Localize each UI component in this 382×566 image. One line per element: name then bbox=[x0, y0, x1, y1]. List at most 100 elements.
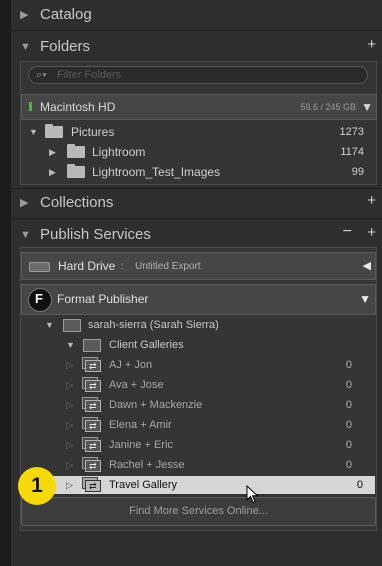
folder-name: Lightroom bbox=[92, 145, 146, 159]
publish-services-title: Publish Services bbox=[40, 226, 151, 243]
collection-set-row[interactable]: ▼ Client Galleries bbox=[11, 335, 364, 355]
folder-row[interactable]: ▶ Lightroom_Test_Images 99 bbox=[11, 162, 364, 182]
collapse-triangle-icon[interactable]: ▼ bbox=[66, 335, 75, 355]
divider bbox=[11, 30, 382, 31]
folder-search-placeholder: Filter Folders bbox=[57, 69, 122, 81]
published-collection-icon: ⇄ bbox=[82, 457, 101, 472]
expand-triangle-icon[interactable]: ▷ bbox=[66, 375, 73, 395]
selected-gallery-row[interactable]: ▷ ⇄ Travel Gallery 0 bbox=[21, 476, 375, 494]
add-folder-icon[interactable]: + bbox=[367, 36, 376, 54]
folder-row[interactable]: ▶ Lightroom 1174 bbox=[11, 142, 364, 162]
add-collection-icon[interactable]: + bbox=[367, 192, 376, 210]
folders-title: Folders bbox=[40, 38, 91, 55]
expand-triangle-icon[interactable]: ▷ bbox=[66, 415, 73, 435]
collapse-triangle-icon[interactable]: ▼ bbox=[20, 229, 31, 241]
folder-icon bbox=[45, 124, 63, 138]
callout-number: 1 bbox=[31, 474, 43, 497]
account-name: sarah-sierra (Sarah Sierra) bbox=[88, 319, 219, 331]
folder-name: Pictures bbox=[71, 125, 115, 139]
collapse-triangle-icon[interactable]: ▼ bbox=[29, 122, 38, 142]
find-more-services-button[interactable]: Find More Services Online... bbox=[21, 497, 376, 526]
divider bbox=[11, 218, 382, 219]
gallery-name: Elena + Amir bbox=[109, 419, 172, 431]
left-panel: ▶ Catalog ▼ Folders + ⌕▾ Filter Folders … bbox=[11, 0, 382, 566]
gallery-name: Travel Gallery bbox=[109, 479, 178, 491]
hard-drive-separator: : bbox=[118, 261, 127, 272]
hard-drive-preset: Untitled Export bbox=[135, 261, 201, 272]
folder-icon bbox=[67, 144, 85, 158]
expand-triangle-icon[interactable]: ▷ bbox=[66, 355, 73, 375]
gallery-row[interactable]: ▷ ⇄ Elena + Amir 0 bbox=[11, 415, 364, 435]
expand-triangle-icon[interactable]: ▶ bbox=[20, 197, 28, 209]
gallery-row[interactable]: ▷ ⇄ AJ + Jon 0 bbox=[11, 355, 364, 375]
hard-drive-name: Hard Drive bbox=[58, 259, 116, 273]
collapse-left-triangle-icon[interactable]: ◀ bbox=[363, 257, 371, 275]
folder-search-input[interactable]: ⌕▾ Filter Folders bbox=[28, 66, 368, 84]
add-service-icon[interactable]: + bbox=[367, 224, 376, 242]
collapse-triangle-icon[interactable]: ▼ bbox=[45, 315, 54, 335]
volume-status-indicator bbox=[29, 102, 32, 111]
expand-triangle-icon[interactable]: ▶ bbox=[49, 162, 56, 182]
volume-space: 59.6 / 245 GB bbox=[300, 102, 356, 112]
hard-drive-icon bbox=[29, 262, 50, 272]
expand-triangle-icon[interactable]: ▷ bbox=[66, 455, 73, 475]
gallery-count: 0 bbox=[345, 399, 352, 411]
gallery-name: Ava + Jose bbox=[109, 379, 164, 391]
catalog-header[interactable]: ▶ Catalog bbox=[11, 0, 382, 30]
format-publisher-service[interactable]: F Format Publisher ▼ bbox=[21, 284, 376, 315]
remove-service-icon[interactable]: − bbox=[343, 223, 352, 241]
gallery-name: Janine + Eric bbox=[109, 439, 173, 451]
service-menu-triangle-icon[interactable]: ▼ bbox=[359, 290, 371, 308]
volume-menu-triangle-icon[interactable]: ▼ bbox=[361, 98, 373, 116]
expand-triangle-icon[interactable]: ▷ bbox=[66, 395, 73, 415]
gallery-row[interactable]: ▷ ⇄ Rachel + Jesse 0 bbox=[11, 455, 364, 475]
folder-row[interactable]: ▼ Pictures 1273 bbox=[11, 122, 364, 142]
format-publisher-name: Format Publisher bbox=[57, 292, 149, 306]
published-collection-icon: ⇄ bbox=[82, 357, 101, 372]
folder-count: 1273 bbox=[339, 126, 364, 138]
gallery-count: 0 bbox=[345, 419, 352, 431]
published-collection-icon: ⇄ bbox=[82, 377, 101, 392]
gallery-name: AJ + Jon bbox=[109, 359, 153, 371]
mouse-cursor-icon bbox=[246, 485, 259, 504]
collections-header[interactable]: ▶ Collections + bbox=[11, 188, 382, 218]
gallery-count: 0 bbox=[345, 359, 352, 371]
publish-services-header[interactable]: ▼ Publish Services − + bbox=[11, 220, 382, 250]
expand-triangle-icon[interactable]: ▷ bbox=[66, 476, 73, 494]
folders-header[interactable]: ▼ Folders + bbox=[11, 32, 382, 62]
collections-title: Collections bbox=[40, 194, 114, 211]
published-collection-icon: ⇄ bbox=[82, 437, 101, 452]
folder-name: Lightroom_Test_Images bbox=[92, 165, 221, 179]
search-icon: ⌕▾ bbox=[36, 69, 47, 81]
catalog-title: Catalog bbox=[40, 6, 92, 23]
hard-drive-service[interactable]: Hard Drive : Untitled Export ◀ bbox=[21, 252, 376, 280]
collapse-triangle-icon[interactable]: ▼ bbox=[20, 41, 31, 53]
gallery-row[interactable]: ▷ ⇄ Ava + Jose 0 bbox=[11, 375, 364, 395]
gallery-row[interactable]: ▷ ⇄ Janine + Eric 0 bbox=[11, 435, 364, 455]
folder-count: 1174 bbox=[340, 146, 364, 158]
folder-count: 99 bbox=[351, 166, 364, 178]
published-collection-icon: ⇄ bbox=[82, 417, 101, 432]
published-collection-icon: ⇄ bbox=[82, 477, 101, 492]
expand-triangle-icon[interactable]: ▶ bbox=[20, 9, 28, 21]
gallery-count: 0 bbox=[345, 379, 352, 391]
expand-triangle-icon[interactable]: ▶ bbox=[49, 142, 56, 162]
collection-set-name: Client Galleries bbox=[109, 339, 184, 351]
volume-name: Macintosh HD bbox=[40, 100, 116, 114]
gallery-count: 0 bbox=[345, 459, 352, 471]
account-icon bbox=[63, 319, 81, 332]
find-more-label: Find More Services Online... bbox=[129, 505, 268, 517]
published-collection-icon: ⇄ bbox=[82, 397, 101, 412]
gallery-count: 0 bbox=[345, 439, 352, 451]
left-edge bbox=[0, 0, 11, 566]
expand-triangle-icon[interactable]: ▷ bbox=[66, 435, 73, 455]
volume-bar[interactable]: Macintosh HD 59.6 / 245 GB ▼ bbox=[21, 94, 377, 120]
callout-badge: 1 bbox=[18, 467, 56, 505]
gallery-row[interactable]: ▷ ⇄ Dawn + Mackenzie 0 bbox=[11, 395, 364, 415]
gallery-name: Rachel + Jesse bbox=[109, 459, 185, 471]
gallery-name: Dawn + Mackenzie bbox=[109, 399, 203, 411]
account-row[interactable]: ▼ sarah-sierra (Sarah Sierra) bbox=[11, 315, 364, 335]
gallery-count: 0 bbox=[356, 479, 363, 491]
folder-icon bbox=[67, 164, 85, 178]
collection-set-icon bbox=[83, 339, 101, 352]
